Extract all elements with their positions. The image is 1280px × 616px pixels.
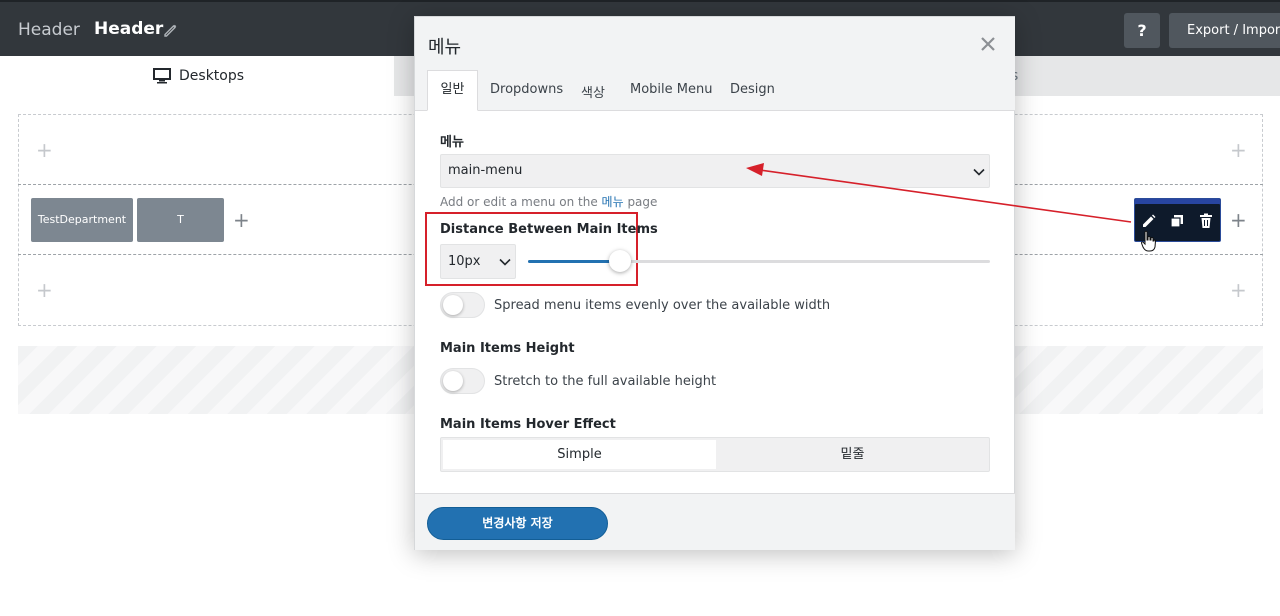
monitor-icon: [153, 68, 171, 84]
builder-item-t[interactable]: T: [137, 198, 224, 242]
hover-field-label: Main Items Hover Effect: [440, 417, 616, 432]
builder-item-testdepartment[interactable]: TestDepartment: [31, 198, 133, 242]
toggle-knob: [443, 295, 463, 315]
tab-general[interactable]: 일반: [427, 70, 478, 111]
menu-select-value: main-menu: [448, 163, 523, 178]
stretch-toggle-label: Stretch to the full available height: [494, 374, 717, 389]
tab-mobile-menu[interactable]: Mobile Menu: [630, 82, 712, 97]
modal-header: 메뉴 일반 Dropdowns 색상 Mobile Menu Design: [415, 17, 1015, 111]
tab-dropdowns[interactable]: Dropdowns: [490, 82, 563, 97]
distance-slider[interactable]: [528, 260, 990, 263]
pencil-icon[interactable]: [163, 22, 179, 38]
distance-slider-fill: [528, 260, 620, 263]
menu-help-text: Add or edit a menu on the 메뉴 page: [440, 195, 658, 209]
distance-slider-handle[interactable]: [609, 250, 631, 272]
height-field-label: Main Items Height: [440, 341, 575, 356]
breadcrumb[interactable]: Header: [18, 20, 80, 40]
help-button[interactable]: ?: [1124, 13, 1160, 48]
distance-field-label: Distance Between Main Items: [440, 222, 658, 237]
hover-option-simple[interactable]: Simple: [443, 440, 716, 469]
add-item-plus-icon[interactable]: +: [36, 280, 53, 300]
tab-desktops-label: Desktops: [179, 68, 245, 84]
stretch-toggle[interactable]: [440, 368, 485, 394]
modal-title: 메뉴: [428, 37, 462, 58]
distance-value: 10px: [448, 254, 481, 269]
add-item-plus-icon[interactable]: +: [1230, 140, 1247, 160]
chevron-down-icon: [499, 258, 511, 266]
close-icon[interactable]: [979, 35, 997, 53]
trash-icon[interactable]: [1198, 213, 1214, 229]
toggle-knob: [443, 371, 463, 391]
hover-effect-selector: Simple 밑줄: [440, 437, 990, 472]
export-import-button[interactable]: Export / Import: [1169, 13, 1280, 48]
hand-cursor-icon: [1140, 230, 1156, 252]
edit-pencil-icon[interactable]: [1141, 213, 1157, 229]
save-changes-button[interactable]: 변경사항 저장: [427, 507, 608, 540]
tab-colors[interactable]: 색상: [581, 82, 605, 101]
add-item-plus-icon[interactable]: +: [36, 140, 53, 160]
add-item-plus-icon[interactable]: +: [1230, 280, 1247, 300]
add-item-plus-icon[interactable]: +: [1230, 210, 1247, 230]
menu-select[interactable]: main-menu: [440, 154, 990, 188]
tab-design[interactable]: Design: [730, 82, 775, 97]
distance-unit-select[interactable]: 10px: [440, 244, 516, 279]
chevron-down-icon: [973, 168, 985, 176]
duplicate-icon[interactable]: [1169, 213, 1185, 229]
menu-settings-modal: 메뉴 일반 Dropdowns 색상 Mobile Menu Design 메뉴…: [414, 16, 1015, 550]
spread-toggle-label: Spread menu items evenly over the availa…: [494, 298, 831, 313]
add-item-plus-icon[interactable]: +: [233, 210, 250, 230]
menus-page-link[interactable]: 메뉴: [602, 195, 624, 209]
hover-option-underline[interactable]: 밑줄: [716, 440, 989, 469]
page-title: Header: [94, 19, 164, 39]
spread-toggle[interactable]: [440, 292, 485, 318]
modal-footer: 변경사항 저장: [415, 493, 1015, 550]
menu-field-label: 메뉴: [440, 135, 464, 150]
tab-desktops[interactable]: Desktops: [0, 56, 394, 96]
